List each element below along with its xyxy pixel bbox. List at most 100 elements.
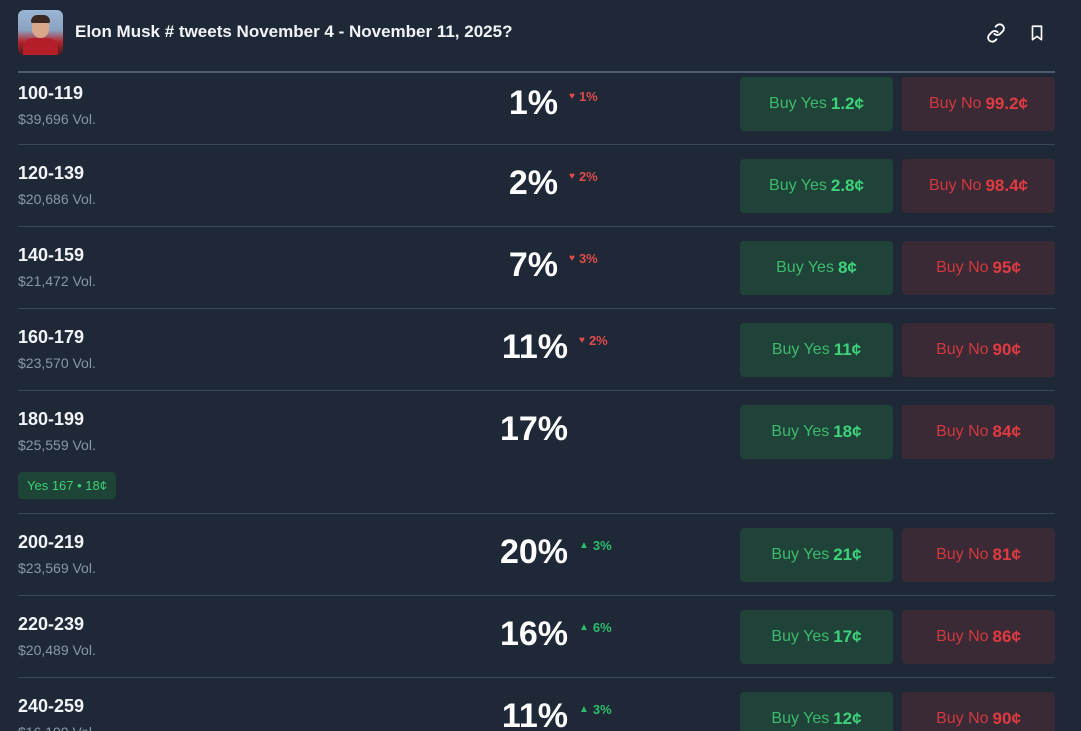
buy-no-label: Buy No (936, 341, 989, 358)
buy-yes-button[interactable]: Buy Yes 2.8¢ (740, 159, 893, 213)
outcome-range: 140-159 (18, 245, 85, 265)
probability-change-value: 1% (578, 89, 598, 104)
buy-no-price: 90¢ (992, 709, 1021, 728)
buy-yes-button[interactable]: Buy Yes 11¢ (740, 323, 893, 377)
buy-yes-price: 11¢ (833, 340, 862, 359)
outcome-probability: 20% (499, 533, 568, 571)
market-title: Elon Musk # tweets November 4 - November… (75, 22, 513, 41)
outcome-row[interactable]: 160-179 $23,570 Vol. 11% ♥ 2% Buy Yes 11¢ Buy N… (18, 309, 1055, 391)
outcome-volume: $25,559 Vol. (18, 437, 96, 453)
arrow-down-icon: ♥ (579, 334, 585, 346)
outcome-volume: $23,570 Vol. (18, 355, 96, 371)
outcome-row[interactable]: 180-199 $25,559 Vol. 17% Buy Yes 18¢ Buy No 84… (18, 391, 1055, 514)
outcome-volume: $23,569 Vol. (18, 560, 96, 576)
buy-yes-price: 2.8¢ (830, 176, 864, 195)
buy-no-button[interactable]: Buy No 86¢ (902, 610, 1055, 664)
outcome-probability: 7% (508, 246, 558, 284)
buy-no-button[interactable]: Buy No 95¢ (902, 241, 1055, 295)
buy-no-price: 81¢ (992, 545, 1021, 564)
probability-change-value: 6% (592, 620, 612, 635)
buy-no-button[interactable]: Buy No 84¢ (902, 405, 1055, 459)
outcome-volume: $21,472 Vol. (18, 273, 96, 289)
probability-change: ▲ 6% (579, 620, 612, 635)
buy-yes-button[interactable]: Buy Yes 1.2¢ (740, 77, 893, 131)
outcome-row[interactable]: 200-219 $23,569 Vol. 20% ▲ 3% Buy Yes 21¢ Buy N… (18, 514, 1055, 596)
link-icon[interactable] (985, 22, 1007, 44)
outcome-volume: $20,686 Vol. (18, 191, 96, 207)
buy-yes-button[interactable]: Buy Yes 21¢ (740, 528, 893, 582)
buy-no-label: Buy No (928, 177, 982, 194)
outcome-row[interactable]: 140-159 $21,472 Vol. 7% ♥ 3% Buy Yes 8¢ Buy No 9… (18, 227, 1055, 309)
outcome-row[interactable]: 120-139 $20,686 Vol. 2% ♥ 2% Buy Yes 2.8¢ Buy N… (18, 145, 1055, 227)
buy-yes-label: Buy Yes (771, 423, 830, 440)
buy-yes-price: 8¢ (837, 258, 857, 277)
buy-no-price: 98.4¢ (985, 176, 1028, 195)
buy-yes-price: 12¢ (833, 709, 862, 728)
buy-yes-button[interactable]: Buy Yes 12¢ (740, 692, 893, 731)
position-badge[interactable]: Yes 167 • 18¢ (18, 472, 116, 499)
buy-no-label: Buy No (936, 628, 989, 645)
buy-no-price: 99.2¢ (985, 94, 1028, 113)
probability-change: ▲ 3% (579, 702, 612, 717)
buy-yes-price: 17¢ (833, 627, 862, 646)
buy-yes-label: Buy Yes (771, 628, 830, 645)
buy-yes-label: Buy Yes (769, 95, 827, 112)
outcome-volume: $16,199 Vol. (18, 724, 96, 731)
buy-no-label: Buy No (928, 95, 982, 112)
arrow-up-icon: ▲ (579, 621, 589, 633)
outcome-probability: 11% (501, 328, 568, 366)
probability-change: ♥ 3% (569, 251, 598, 266)
buy-yes-label: Buy Yes (771, 546, 830, 563)
buy-yes-button[interactable]: Buy Yes 8¢ (740, 241, 893, 295)
outcome-volume: $20,489 Vol. (18, 642, 96, 658)
buy-yes-label: Buy Yes (769, 177, 827, 194)
buy-no-price: 95¢ (992, 258, 1021, 277)
outcome-range: 200-219 (18, 532, 85, 552)
buy-no-button[interactable]: Buy No 98.4¢ (902, 159, 1055, 213)
buy-no-button[interactable]: Buy No 99.2¢ (902, 77, 1055, 131)
buy-yes-price: 1.2¢ (830, 94, 864, 113)
buy-yes-button[interactable]: Buy Yes 17¢ (740, 610, 893, 664)
buy-yes-price: 18¢ (833, 422, 862, 441)
buy-yes-label: Buy Yes (771, 710, 830, 727)
outcome-volume: $39,696 Vol. (18, 111, 96, 127)
buy-no-price: 90¢ (992, 340, 1021, 359)
outcome-probability: 2% (508, 164, 558, 202)
probability-change-value: 3% (578, 251, 598, 266)
buy-no-price: 84¢ (992, 422, 1021, 441)
buy-yes-button[interactable]: Buy Yes 18¢ (740, 405, 893, 459)
bookmark-icon[interactable] (1026, 22, 1048, 44)
outcome-row[interactable]: 220-239 $20,489 Vol. 16% ▲ 6% Buy Yes 17¢ Buy N… (18, 596, 1055, 678)
buy-yes-label: Buy Yes (771, 341, 830, 358)
outcome-probability: 16% (499, 615, 568, 653)
outcome-range: 180-199 (18, 409, 85, 429)
arrow-up-icon: ▲ (579, 703, 589, 715)
buy-no-label: Buy No (936, 259, 989, 276)
outcome-row[interactable]: 240-259$16,199 Vol.11%▲3%Buy Yes12¢Buy N… (18, 678, 1055, 731)
probability-change: ♥ 2% (579, 333, 608, 348)
outcome-range: 160-179 (18, 327, 85, 347)
arrow-up-icon: ▲ (579, 539, 589, 551)
probability-change: ♥ 1% (569, 89, 598, 104)
outcome-row[interactable]: 100-119 $39,696 Vol. 1% ♥ 1% Buy Yes 1.2¢ Buy N… (18, 73, 1055, 145)
outcome-range: 240-259 (18, 696, 85, 716)
outcome-range: 100-119 (18, 83, 84, 103)
arrow-down-icon: ♥ (569, 170, 575, 182)
buy-yes-price: 21¢ (833, 545, 862, 564)
outcome-range: 120-139 (18, 163, 85, 183)
buy-no-label: Buy No (936, 710, 989, 727)
market-header: Elon Musk # tweets November 4 - November… (0, 0, 1081, 73)
market-avatar (18, 10, 63, 55)
market-page: Elon Musk # tweets November 4 - November… (0, 0, 1081, 731)
outcome-probability: 17% (499, 410, 568, 448)
outcome-range: 220-239 (18, 614, 85, 634)
probability-change: ♥ 2% (569, 169, 598, 184)
buy-no-button[interactable]: Buy No 90¢ (902, 692, 1055, 731)
buy-no-button[interactable]: Buy No 90¢ (902, 323, 1055, 377)
probability-change-value: 2% (578, 169, 598, 184)
arrow-down-icon: ♥ (569, 252, 575, 264)
outcome-probability: 11% (501, 697, 568, 731)
probability-change-value: 2% (588, 333, 608, 348)
buy-no-button[interactable]: Buy No 81¢ (902, 528, 1055, 582)
buy-yes-label: Buy Yes (776, 259, 834, 276)
